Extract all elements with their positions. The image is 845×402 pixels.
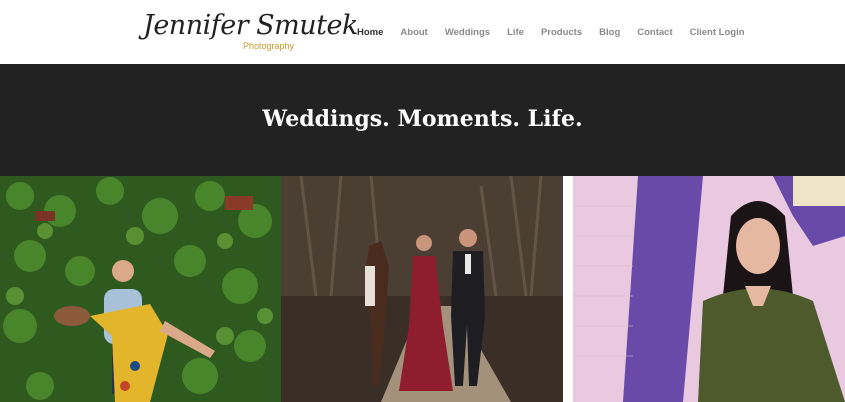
nav-item-home[interactable]: Home <box>357 27 383 39</box>
photo-gallery <box>0 176 845 402</box>
nav-item-life[interactable]: Life <box>507 27 524 39</box>
main-nav: Home About Weddings Life Products Blog C… <box>357 27 762 39</box>
nav-item-blog[interactable]: Blog <box>599 27 620 39</box>
nav-item-weddings[interactable]: Weddings <box>445 27 490 39</box>
nav-item-products[interactable]: Products <box>541 27 582 39</box>
couple-ivy-wall-photo[interactable] <box>0 176 281 402</box>
couple-with-horse-photo[interactable] <box>281 176 563 402</box>
woman-purple-wall-photo[interactable] <box>563 176 845 402</box>
logo-subtitle: Photography <box>243 41 295 51</box>
nav-item-about[interactable]: About <box>400 27 427 39</box>
logo-script-text: Jennifer Smutek <box>143 10 358 41</box>
nav-item-contact[interactable]: Contact <box>637 27 672 39</box>
hero-title: Weddings. Moments. Life. <box>262 106 583 132</box>
nav-item-client-login[interactable]: Client Login <box>690 27 745 39</box>
site-logo[interactable]: Jennifer Smutek Photography <box>143 8 358 56</box>
hero-banner: Weddings. Moments. Life. <box>0 64 845 176</box>
site-header: Jennifer Smutek Photography Home About W… <box>0 0 845 64</box>
